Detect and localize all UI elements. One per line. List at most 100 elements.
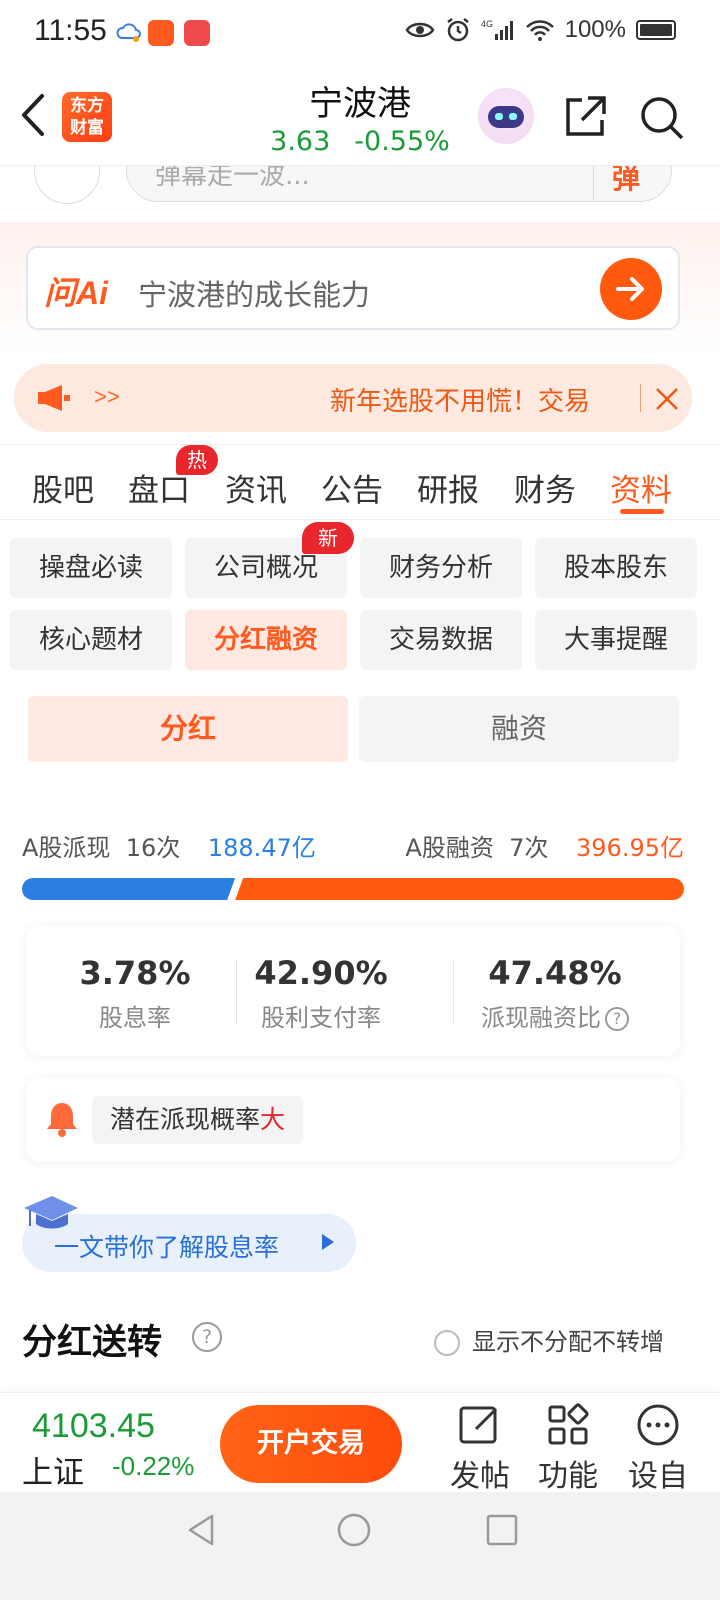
nav-recents-icon[interactable] (486, 1514, 518, 1546)
tab-profile[interactable]: 资料 (610, 465, 672, 510)
danmaku-icon: 弹 (612, 166, 641, 195)
ai-submit-button[interactable] (600, 258, 662, 320)
play-arrow-icon (322, 1234, 334, 1250)
radio-icon[interactable] (434, 1330, 460, 1356)
dividend-metrics-card: 3.78% 股息率 42.90% 股利支付率 47.48% 派现融资比? (26, 926, 680, 1056)
tab-announcements[interactable]: 公告 (321, 465, 383, 510)
ai-zone: 问Ai 宁波港的成长能力 >> 新年选股不用慌！交易 (0, 222, 720, 444)
main-tabs: 股吧 盘口 热 资讯 公告 研报 财务 资料 (0, 444, 720, 520)
financing-summary: A股融资 7次 396.95亿 (405, 828, 684, 863)
dividend-count: 16次 (125, 834, 181, 862)
dividend-financing-ratio-bar (22, 878, 684, 900)
stock-header: 东方 财富 宁波港 3.63 -0.55% (0, 68, 720, 166)
subnav-dividend-financing[interactable]: 分红融资 (185, 610, 347, 670)
post-label: 发帖 (450, 1459, 510, 1494)
danmaku-send-button[interactable]: 弹 (593, 166, 671, 201)
metric-dividend-financing-ratio: 47.48% 派现融资比? (446, 954, 664, 1033)
metric-label: 派现融资比? (446, 998, 664, 1033)
ai-query-text: 宁波港的成长能力 (138, 278, 371, 312)
financing-count: 7次 (509, 834, 549, 862)
tab-research[interactable]: 研报 (417, 465, 479, 510)
segment-financing[interactable]: 融资 (359, 696, 679, 762)
share-icon[interactable] (562, 94, 608, 140)
megaphone-icon (38, 385, 70, 411)
subnav-must-read[interactable]: 操盘必读 (10, 538, 172, 598)
subnav-shareholders[interactable]: 股本股东 (535, 538, 697, 598)
subnav-financial-analysis[interactable]: 财务分析 (360, 538, 522, 598)
metric-value: 47.48% (488, 954, 622, 992)
bottom-bar: 4103.45 上证 -0.22% 开户交易 发帖 功能 设自 (0, 1392, 720, 1495)
stock-name: 宁波港 (309, 84, 411, 124)
danmaku-placeholder: 弹幕走一波... (155, 166, 310, 191)
notice-divider (640, 384, 641, 412)
tab-guba[interactable]: 股吧 (32, 465, 94, 510)
stock-quote: 3.63 -0.55% (0, 126, 720, 157)
ai-assistant-icon[interactable] (478, 88, 534, 144)
tab-finance[interactable]: 财务 (514, 465, 576, 510)
probability-text: 潜在派现概率 (110, 1105, 261, 1134)
index-name[interactable]: 上证 (22, 1447, 84, 1492)
shopping-notification-icon (184, 20, 210, 46)
ai-search-box[interactable]: 问Ai 宁波港的成长能力 (26, 246, 680, 330)
danmaku-settings-button[interactable] (34, 166, 100, 204)
notice-text: 新年选股不用慌！交易 (330, 387, 591, 417)
index-value[interactable]: 4103.45 (32, 1407, 155, 1446)
subnav-trading-data[interactable]: 交易数据 (360, 610, 522, 670)
close-icon[interactable] (654, 386, 680, 412)
arrow-right-icon (616, 277, 644, 301)
financing-amount: 396.95亿 (576, 834, 684, 862)
nav-back-icon[interactable] (184, 1512, 220, 1548)
dividend-probability-tag: 潜在派现概率大 (92, 1096, 304, 1144)
tab-active-indicator (620, 509, 664, 514)
promo-notice[interactable]: >> 新年选股不用慌！交易 (14, 364, 692, 432)
dividend-probability-card: 潜在派现概率大 (26, 1078, 680, 1162)
toggle-label: 显示不分配不转增 (472, 1328, 664, 1356)
status-indicators: 4G 100% (405, 16, 676, 44)
cloud-sync-icon (116, 23, 141, 42)
settings-button[interactable]: 设自 (618, 1403, 698, 1495)
danmaku-input[interactable]: 弹幕走一波... 弹 (126, 166, 672, 202)
search-icon[interactable] (638, 94, 686, 142)
dividend-label: A股派现 (22, 834, 111, 862)
metric-value: 42.90% (254, 954, 388, 992)
ratio-bar-financing (235, 878, 684, 900)
more-icon (637, 1404, 679, 1446)
profile-subnav: 操盘必读 公司概况 新 财务分析 股本股东 核心题材 分红融资 交易数据 大事提… (0, 520, 720, 690)
edit-icon (459, 1406, 498, 1444)
section-help-icon[interactable]: ? (192, 1322, 222, 1352)
stock-change: -0.55% (354, 126, 450, 157)
app-notification-icon (148, 20, 174, 46)
subnav-major-events[interactable]: 大事提醒 (535, 610, 697, 670)
metric-payout-ratio: 42.90% 股利支付率 (212, 954, 430, 1033)
functions-button[interactable]: 功能 (528, 1403, 608, 1495)
segment-dividend[interactable]: 分红 (28, 696, 348, 762)
svg-text:4G: 4G (481, 19, 493, 29)
hot-badge: 热 (176, 445, 218, 475)
learn-text: 一文带你了解股息率 (54, 1233, 280, 1262)
new-badge: 新 (302, 522, 354, 554)
index-change[interactable]: -0.22% (112, 1451, 194, 1482)
functions-label: 功能 (538, 1459, 598, 1494)
metric-label: 股利支付率 (261, 1004, 381, 1032)
open-account-button[interactable]: 开户交易 (220, 1405, 402, 1483)
ratio-bar-dividend (22, 878, 236, 900)
help-icon[interactable]: ? (605, 1007, 629, 1031)
dividend-summary: A股派现 16次 188.47亿 (22, 828, 316, 863)
status-bar: 11:55 4G 100% (0, 0, 720, 68)
stock-price: 3.63 (270, 126, 331, 157)
section-title: 分红送转 (22, 1323, 163, 1363)
battery-icon (636, 20, 676, 40)
metric-label-text: 派现融资比 (481, 1004, 601, 1032)
tab-news[interactable]: 资讯 (225, 465, 287, 510)
wifi-icon (525, 20, 554, 41)
battery-percent: 100% (564, 16, 626, 43)
status-time: 11:55 (34, 14, 107, 47)
eye-icon (405, 22, 435, 38)
hide-no-distribution-toggle[interactable]: 显示不分配不转增 (434, 1322, 664, 1357)
alarm-icon (446, 18, 469, 42)
learn-dividend-yield-link[interactable]: 一文带你了解股息率 (22, 1196, 356, 1272)
post-button[interactable]: 发帖 (440, 1403, 520, 1495)
subnav-core-themes[interactable]: 核心题材 (10, 610, 172, 670)
nav-home-icon[interactable] (336, 1512, 372, 1548)
danmaku-bar: 弹幕走一波... 弹 (0, 166, 720, 222)
